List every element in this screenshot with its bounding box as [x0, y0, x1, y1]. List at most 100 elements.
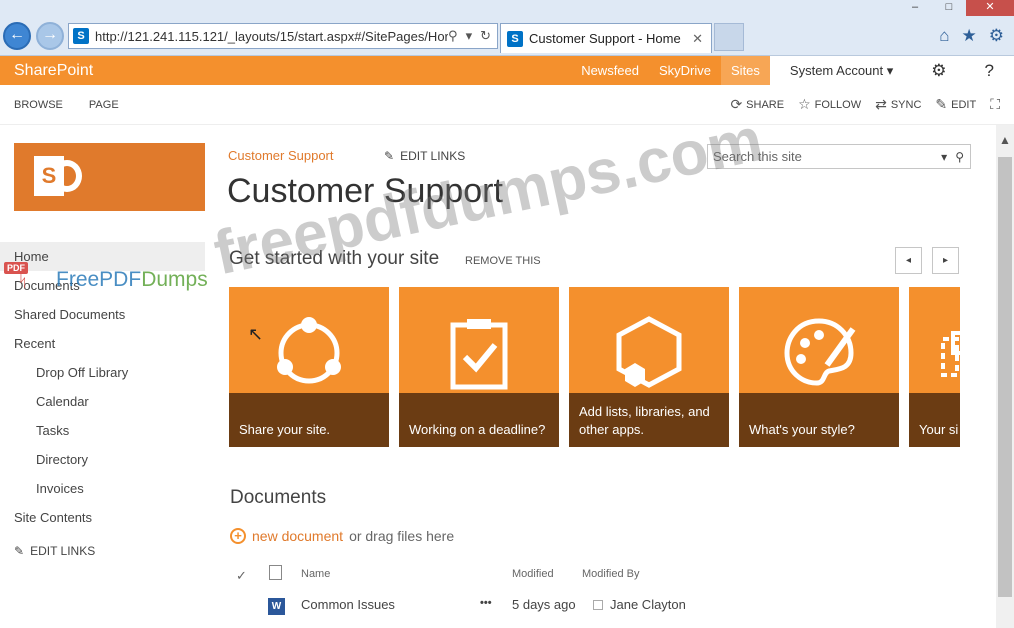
page-scrollbar[interactable]: ▲ — [996, 125, 1014, 628]
new-tab-button[interactable] — [714, 23, 744, 51]
tile-caption: Add lists, libraries, and other apps. — [569, 393, 729, 447]
watermark-logo-blue: FreePDF — [56, 268, 142, 291]
tab-sharepoint-favicon-icon: S — [507, 30, 523, 47]
follow-label: FOLLOW — [814, 98, 862, 111]
tile-share-site[interactable]: Share your site. — [229, 287, 389, 447]
tile-add-apps[interactable]: Add lists, libraries, and other apps. — [569, 287, 729, 447]
forward-button[interactable]: → — [36, 22, 64, 50]
site-logo[interactable]: S — [14, 143, 205, 211]
get-started-tiles: Share your site. Working on a deadline? … — [229, 287, 960, 447]
sync-label: SYNC — [890, 98, 922, 111]
ql-item-shared-documents[interactable]: Shared Documents — [0, 300, 205, 329]
column-name[interactable]: Name — [301, 568, 330, 580]
carousel-next-button[interactable]: ▸ — [932, 247, 959, 274]
minimize-button[interactable]: – — [898, 0, 932, 16]
suite-link-skydrive[interactable]: SkyDrive — [649, 56, 721, 85]
help-icon[interactable]: ? — [975, 56, 1004, 85]
ql-item-tasks[interactable]: Tasks — [0, 416, 205, 445]
account-menu[interactable]: System Account ▾ — [780, 56, 903, 85]
address-bar[interactable]: S http://121.241.115.121/_layouts/15/sta… — [68, 23, 498, 49]
column-modified-by[interactable]: Modified By — [582, 568, 639, 580]
sharepoint-brand[interactable]: SharePoint — [0, 62, 93, 80]
search-scope-dropdown-icon[interactable]: ▾ — [941, 150, 947, 164]
doc-ellipsis-menu-icon[interactable]: ••• — [480, 597, 492, 609]
refresh-icon[interactable]: ↻ — [480, 28, 491, 44]
drag-files-hint: or drag files here — [349, 528, 455, 544]
top-nav-edit-links[interactable]: ✎ EDIT LINKS — [384, 149, 465, 163]
breadcrumb[interactable]: Customer Support — [228, 148, 334, 163]
follow-star-icon: ☆ — [798, 96, 811, 112]
presence-indicator-icon — [593, 600, 603, 610]
ql-edit-links-label: EDIT LINKS — [30, 544, 96, 558]
site-search-box[interactable]: Search this site ▾ ⚲ — [707, 144, 971, 169]
sync-button[interactable]: ⇄ SYNC — [875, 96, 921, 113]
edit-button[interactable]: ✎ EDIT — [935, 96, 976, 113]
search-input[interactable]: Search this site — [713, 149, 941, 164]
page-title: Customer Support — [227, 172, 503, 210]
suite-bar: SharePoint Newsfeed SkyDrive Sites Syste… — [0, 56, 1014, 85]
top-edit-links-pencil-icon: ✎ — [384, 149, 395, 163]
top-edit-links-label: EDIT LINKS — [400, 149, 466, 163]
maximize-button[interactable]: □ — [932, 0, 966, 16]
browser-tab-active[interactable]: S Customer Support - Home ✕ — [500, 23, 712, 53]
new-document-link[interactable]: new document — [252, 528, 343, 544]
ql-item-recent[interactable]: Recent — [0, 329, 205, 358]
freepdfdumps-watermark-logo: FreePDFDumps — [56, 268, 208, 292]
search-icon[interactable]: ⚲ — [955, 150, 964, 164]
sync-icon: ⇄ — [875, 96, 887, 112]
home-icon[interactable]: ⌂ — [939, 26, 949, 46]
tools-gear-icon[interactable]: ⚙ — [989, 26, 1004, 46]
focus-on-content-icon[interactable]: ⛶ — [990, 96, 1000, 113]
doc-modified-by-link[interactable]: Jane Clayton — [610, 597, 686, 612]
select-all-check-icon[interactable]: ✓ — [236, 568, 247, 584]
new-document-plus-icon[interactable]: + — [230, 528, 246, 544]
pencil-icon: ✎ — [935, 96, 948, 112]
scrollbar-thumb[interactable] — [998, 157, 1012, 597]
doc-modified: 5 days ago — [512, 597, 576, 612]
scroll-up-icon[interactable]: ▲ — [996, 125, 1014, 147]
favorites-star-icon[interactable]: ★ — [962, 26, 977, 46]
ribbon-tab-page[interactable]: PAGE — [89, 99, 119, 111]
ql-item-invoices[interactable]: Invoices — [0, 474, 205, 503]
tile-your-site[interactable]: Your si — [909, 287, 960, 447]
share-button[interactable]: ⟳ SHARE — [730, 96, 784, 113]
new-document-row: + new document or drag files here — [230, 528, 454, 544]
close-window-button[interactable]: ✕ — [966, 0, 1014, 16]
edit-label: EDIT — [951, 98, 977, 111]
tile-caption: Working on a deadline? — [399, 393, 559, 447]
tile-caption: Your si — [909, 393, 960, 447]
browser-chrome: – □ ✕ ← → S http://121.241.115.121/_layo… — [0, 0, 1014, 56]
documents-heading[interactable]: Documents — [230, 487, 326, 509]
address-dropdown-icon[interactable]: ▾ — [466, 28, 473, 44]
ql-item-calendar[interactable]: Calendar — [0, 387, 205, 416]
column-modified[interactable]: Modified — [512, 568, 554, 580]
pdf-watermark-icon: PDF ᛋ — [4, 258, 38, 290]
suite-link-newsfeed[interactable]: Newsfeed — [571, 56, 649, 85]
back-button[interactable]: ← — [3, 22, 31, 50]
tile-style[interactable]: What's your style? — [739, 287, 899, 447]
doc-name-link[interactable]: Common Issues — [301, 597, 395, 612]
tile-deadline[interactable]: Working on a deadline? — [399, 287, 559, 447]
ql-item-site-contents[interactable]: Site Contents — [0, 503, 205, 532]
ql-item-drop-off-library[interactable]: Drop Off Library — [0, 358, 205, 387]
ql-item-directory[interactable]: Directory — [0, 445, 205, 474]
remove-this-link[interactable]: REMOVE THIS — [465, 255, 541, 267]
word-doc-icon: W — [268, 598, 285, 615]
carousel-prev-button[interactable]: ◂ — [895, 247, 922, 274]
address-url[interactable]: http://121.241.115.121/_layouts/15/start… — [95, 29, 448, 44]
watermark-logo-green: Dumps — [141, 268, 208, 291]
ql-edit-links[interactable]: ✎ EDIT LINKS — [0, 544, 205, 558]
suite-link-sites[interactable]: Sites — [721, 56, 770, 85]
address-search-icon[interactable]: ⚲ — [448, 28, 458, 44]
tab-close-icon[interactable]: ✕ — [692, 31, 703, 47]
ribbon: BROWSE PAGE ⟳ SHARE ☆ FOLLOW ⇄ SYNC ✎ EDIT ⛶ — [0, 85, 1014, 125]
window-controls: – □ ✕ — [898, 0, 1014, 16]
palette-icon — [784, 318, 856, 386]
ribbon-tab-browse[interactable]: BROWSE — [14, 99, 63, 111]
mouse-cursor-icon: ↖ — [248, 324, 264, 344]
follow-button[interactable]: ☆ FOLLOW — [798, 96, 861, 113]
edit-links-pencil-icon: ✎ — [14, 544, 25, 558]
sharepoint-logo-icon: S — [34, 154, 86, 200]
file-type-column-icon — [269, 565, 282, 580]
settings-gear-icon[interactable]: ⚙ — [921, 56, 956, 85]
